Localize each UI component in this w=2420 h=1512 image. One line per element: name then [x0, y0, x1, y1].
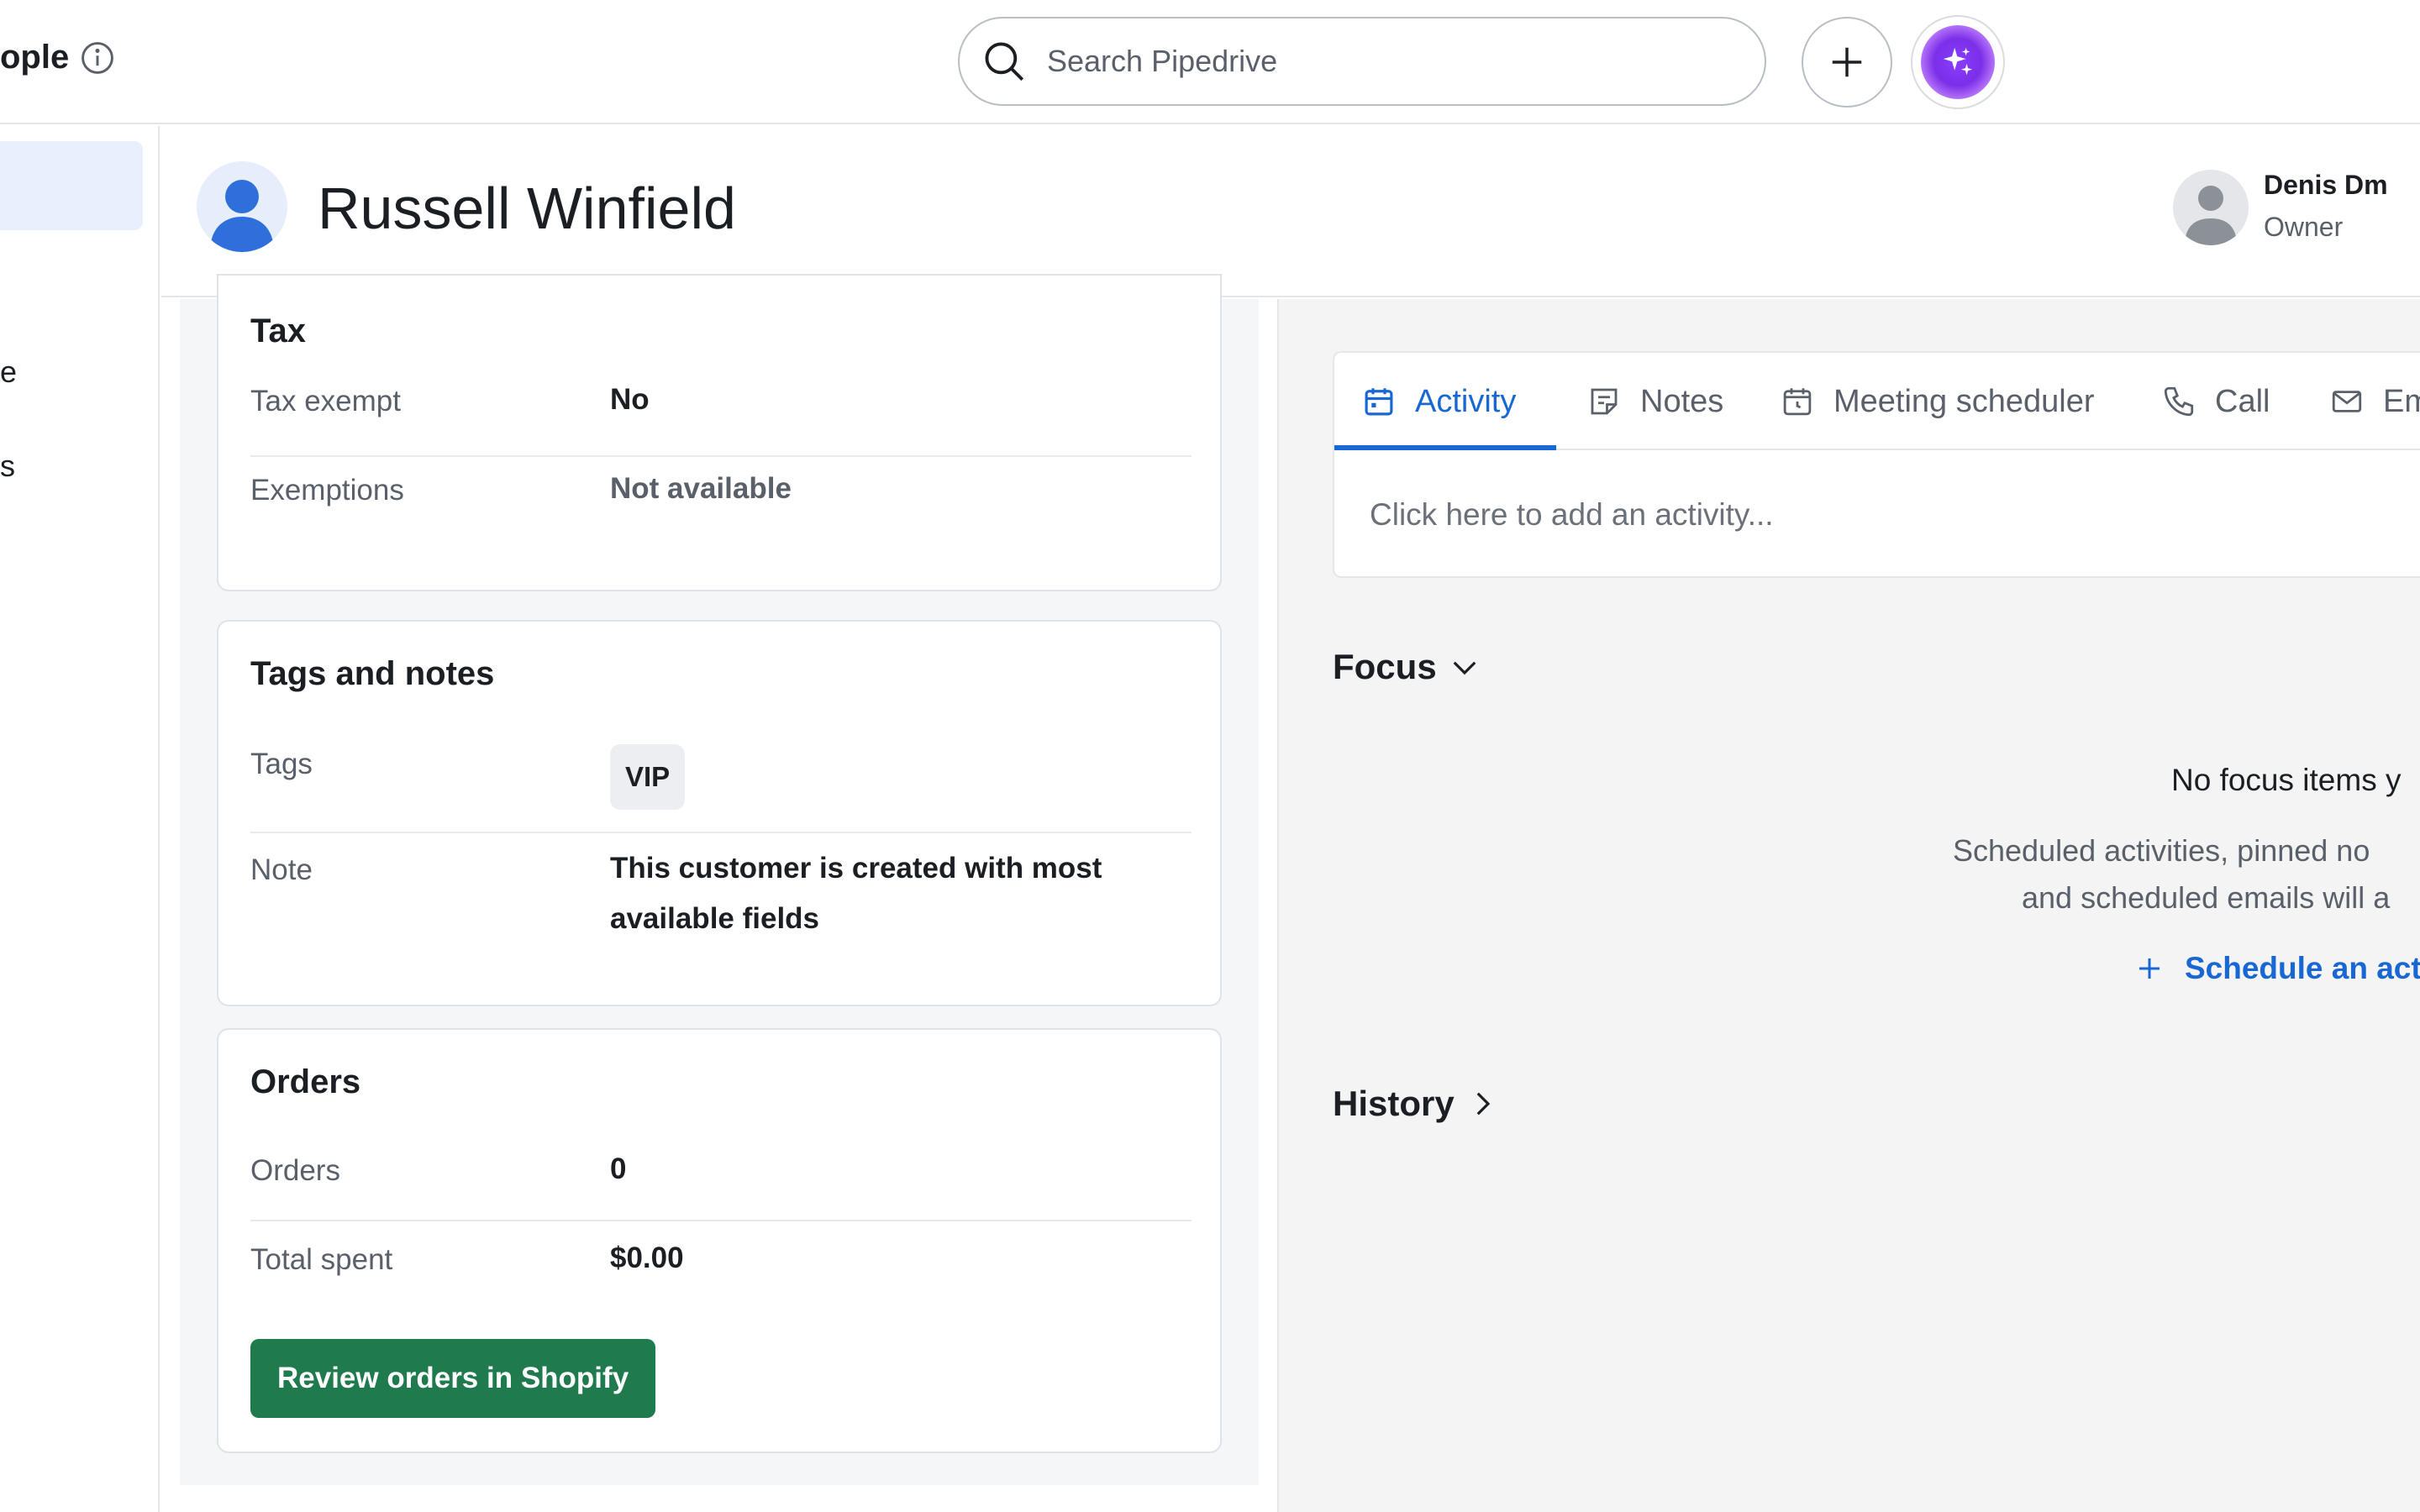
note-label: Note [250, 853, 313, 886]
total-spent-value: $0.00 [610, 1242, 684, 1274]
composer-tabs: Activity Notes Meeting scheduler Call E [1334, 353, 2420, 450]
history-title: History [1333, 1084, 1455, 1123]
left-sidebar: e s [0, 126, 160, 1512]
details-panel: Tax Tax exempt No Exemptions Not availab… [180, 274, 1259, 1485]
plus-icon [1832, 47, 1862, 77]
person-name: Russell Winfield [318, 176, 736, 241]
focus-empty-title: No focus items y [2171, 763, 2402, 797]
user-icon [2185, 186, 2237, 245]
owner-name[interactable]: Denis Dm [2264, 170, 2388, 201]
tax-exempt-label: Tax exempt [250, 385, 401, 417]
tab-notes[interactable]: Notes [1586, 353, 1723, 450]
divider [250, 1220, 1192, 1221]
sidebar-item-active[interactable] [0, 141, 143, 230]
mail-icon [2332, 391, 2362, 412]
note-line: This customer is created with most [610, 852, 1102, 885]
focus-empty-text: Scheduled activities, pinned no [1953, 833, 2370, 868]
sparkle-icon [1943, 47, 1973, 76]
page-title-text: ople [0, 39, 70, 76]
tab-activity[interactable]: Activity [1361, 353, 1516, 450]
schedule-link-label: Schedule an act [2185, 951, 2420, 985]
tax-card-title: Tax [250, 312, 306, 349]
search-input[interactable] [1047, 44, 1736, 79]
activity-pane: Activity Notes Meeting scheduler Call E … [1277, 299, 2420, 1512]
exemptions-label: Exemptions [250, 474, 404, 507]
schedule-activity-link[interactable]: Schedule an act [2134, 951, 2420, 986]
tab-label: Call [2215, 383, 2270, 419]
composer-card: Activity Notes Meeting scheduler Call E … [1333, 351, 2420, 578]
person-header: Russell Winfield Denis Dm Owner [161, 126, 2420, 297]
focus-toggle[interactable]: Focus [1333, 647, 1482, 687]
owner-role: Owner [2264, 212, 2344, 242]
info-icon[interactable] [79, 39, 116, 76]
focus-title: Focus [1333, 647, 1437, 686]
calendar-clock-icon [1783, 388, 1812, 416]
active-tab-indicator [1334, 445, 1556, 450]
tax-card: Tax Tax exempt No Exemptions Not availab… [217, 274, 1222, 591]
divider [250, 832, 1192, 833]
orders-title: Orders [250, 1063, 361, 1100]
page-title: ople [0, 39, 116, 76]
sidebar-item-label[interactable]: s [0, 449, 15, 484]
tags-label: Tags [250, 748, 313, 780]
divider [250, 455, 1192, 457]
ai-assistant-button[interactable] [1911, 15, 2005, 109]
note-value: This customer is created with most avail… [610, 843, 1102, 944]
total-spent-label: Total spent [250, 1243, 393, 1276]
review-orders-button[interactable]: Review orders in Shopify [250, 1339, 656, 1418]
tag-chip[interactable]: VIP [610, 744, 686, 810]
tab-label: Em [2383, 383, 2420, 419]
phone-icon [2164, 386, 2194, 417]
orders-count-label: Orders [250, 1154, 340, 1187]
tags-notes-title: Tags and notes [250, 655, 495, 692]
tax-exempt-value: No [610, 383, 650, 416]
orders-card: Orders Orders 0 Total spent $0.00 Review… [217, 1028, 1222, 1453]
ai-orb [1921, 25, 1995, 99]
note-icon [1591, 388, 1618, 415]
tab-call[interactable]: Call [2161, 353, 2270, 450]
chevron-right-icon [1476, 1092, 1490, 1116]
sidebar-item-label[interactable]: e [0, 354, 17, 390]
add-activity-input[interactable]: Click here to add an activity... [1370, 497, 1774, 533]
quick-add-button[interactable] [1802, 17, 1892, 108]
chevron-down-icon [1453, 661, 1476, 675]
history-toggle[interactable]: History [1333, 1084, 1500, 1124]
note-line: available fields [610, 902, 820, 935]
tags-notes-card: Tags and notes Tags VIP Note This custom… [217, 620, 1222, 1006]
person-avatar [197, 161, 287, 252]
tab-email[interactable]: Em [2329, 353, 2420, 450]
search-bar[interactable] [958, 17, 1766, 106]
tab-label: Activity [1415, 383, 1517, 419]
tab-label: Notes [1640, 383, 1724, 419]
focus-empty-text: and scheduled emails will a [2022, 880, 2391, 915]
calendar-icon [1365, 388, 1393, 416]
search-icon [985, 42, 1024, 81]
exemptions-value: Not available [610, 472, 792, 505]
tab-meeting-scheduler[interactable]: Meeting scheduler [1780, 353, 2095, 450]
tab-label: Meeting scheduler [1833, 383, 2095, 419]
top-bar: ople [0, 0, 2420, 124]
owner-avatar[interactable] [2173, 170, 2249, 245]
plus-icon [2139, 958, 2160, 979]
orders-count-value: 0 [610, 1152, 627, 1185]
person-icon [210, 180, 274, 252]
